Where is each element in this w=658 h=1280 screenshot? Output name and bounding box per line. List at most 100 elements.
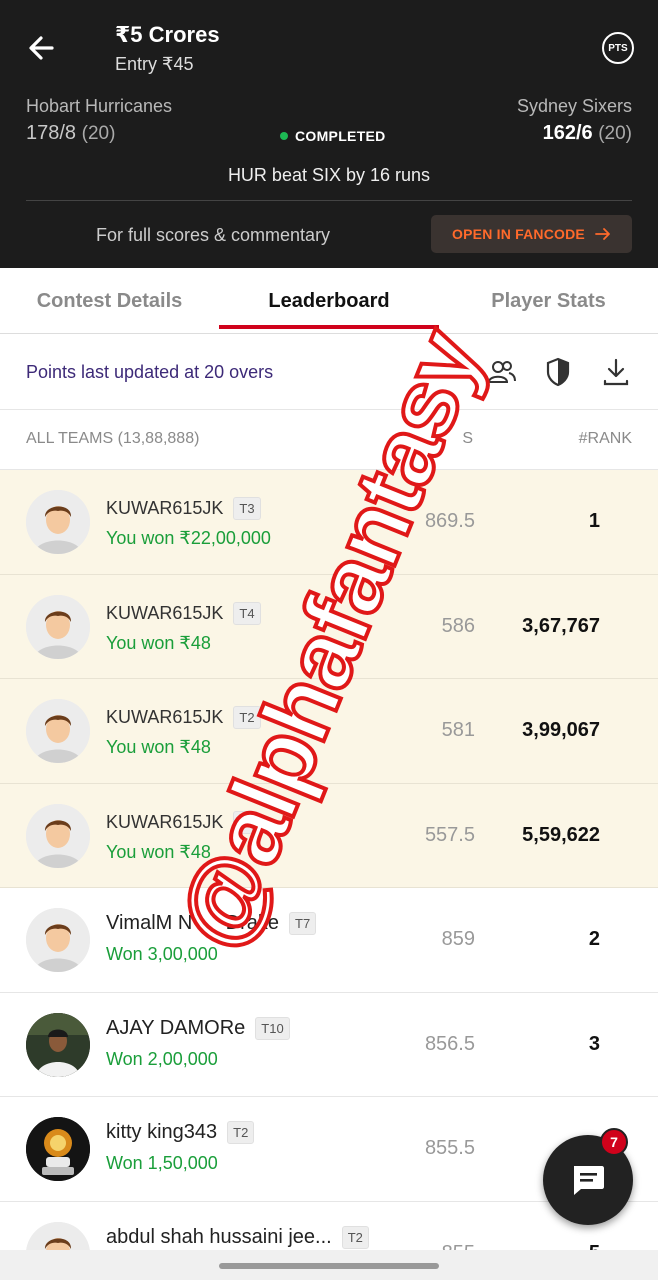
chat-unread-badge: 7	[600, 1128, 628, 1156]
avatar	[26, 1117, 90, 1181]
points-column-header: S	[462, 430, 473, 447]
status-label: COMPLETED	[295, 128, 386, 144]
winnings: You won ₹48	[106, 841, 211, 862]
team-left-overs: (20)	[81, 123, 116, 144]
download-icon	[603, 358, 629, 386]
avatar	[26, 1012, 90, 1077]
leaderboard-row[interactable]: KUWAR615JK T3 You won ₹22,00,000 869.5 1	[0, 470, 658, 575]
leaderboard-row[interactable]: KUWAR615JK T2 You won ₹48 581 3,99,067	[0, 679, 658, 784]
points: 859	[441, 928, 475, 950]
team-tag: T7	[289, 912, 317, 935]
team-tag: T2	[227, 1121, 255, 1144]
arrow-right-icon	[595, 228, 610, 240]
team-left-name: Hobart Hurricanes	[26, 96, 173, 116]
winnings: Won 2,00,000	[106, 1048, 218, 1069]
winnings: Won 1,50,000	[106, 1153, 218, 1173]
update-bar: Points last updated at 20 overs	[0, 334, 658, 410]
leaderboard-row[interactable]: KUWAR615JK T You won ₹48 557.5 5,59,622	[0, 783, 658, 888]
team-tag: T	[233, 810, 254, 834]
fancode-button-label: OPEN IN FANCODE	[452, 226, 585, 242]
active-tab-indicator	[219, 325, 439, 329]
download-button[interactable]	[598, 354, 634, 390]
all-teams-count: ALL TEAMS (13,88,888)	[26, 430, 200, 447]
rank: 5,59,622	[522, 823, 600, 846]
status-dot-icon	[280, 132, 288, 140]
team-name: AJAY DAMORe T10	[106, 1016, 290, 1040]
rank-column-header: #RANK	[578, 430, 632, 447]
username: abdul shah hussaini jee...	[106, 1225, 332, 1248]
match-status: COMPLETED	[280, 128, 386, 144]
team-tag: T2	[341, 1225, 369, 1249]
team-left-score: 178/8 (20)	[26, 122, 115, 145]
points: 855.5	[424, 1137, 475, 1159]
open-in-fancode-button[interactable]: OPEN IN FANCODE	[431, 215, 632, 253]
avatar	[26, 803, 90, 868]
username: VimalM N Drake	[106, 912, 279, 934]
rank: 3	[588, 1032, 600, 1055]
username: kitty king343	[106, 1121, 218, 1143]
default-avatar-icon	[26, 803, 90, 868]
team-preview-button[interactable]	[540, 354, 576, 390]
contest-entry-fee: Entry ₹45	[115, 54, 194, 74]
points-system-button[interactable]: PTS	[602, 32, 634, 64]
match-header: ₹5 Crores Entry ₹45 PTS Hobart Hurricane…	[0, 0, 658, 268]
user-photo-avatar	[26, 1012, 90, 1077]
team-name: kitty king343 T2	[106, 1121, 255, 1144]
avatar	[26, 699, 90, 763]
users-icon	[487, 361, 516, 383]
arrow-left-icon	[29, 36, 54, 60]
winnings: You won ₹48	[106, 737, 211, 757]
username: KUWAR615JK	[106, 498, 224, 518]
points: 557.5	[424, 823, 475, 846]
points: 581	[441, 719, 475, 741]
points-update-text: Points last updated at 20 overs	[26, 362, 274, 382]
team-tag: T10	[255, 1016, 290, 1040]
compare-teams-button[interactable]	[483, 354, 519, 390]
username: KUWAR615JK	[106, 707, 224, 727]
default-avatar-icon	[26, 699, 90, 763]
team-right-overs: (20)	[598, 123, 632, 144]
leaderboard-header: ALL TEAMS (13,88,888) S #RANK	[0, 410, 658, 470]
team-name: KUWAR615JK T	[106, 810, 254, 834]
winnings: You won ₹48	[106, 632, 211, 653]
team-right-name: Sydney Sixers	[516, 96, 632, 116]
shield-icon	[546, 357, 570, 387]
winnings: Won 3,00,000	[106, 944, 218, 964]
rank: 1	[588, 510, 600, 532]
team-right-score: 162/6 (20)	[543, 122, 632, 145]
team-left-runs: 178/8	[26, 122, 77, 144]
points: 869.5	[424, 510, 475, 532]
username: AJAY DAMORe	[106, 1016, 246, 1039]
team-tag: T3	[233, 497, 261, 520]
home-indicator[interactable]	[219, 1263, 439, 1269]
team-right-runs: 162/6	[542, 122, 593, 144]
team-name: VimalM N Drake T7	[106, 912, 317, 935]
back-button[interactable]	[22, 28, 66, 68]
avatar	[26, 908, 90, 972]
team-tag: T2	[233, 706, 261, 729]
points: 586	[441, 614, 475, 637]
team-name: KUWAR615JK T3	[106, 497, 261, 520]
winnings: You won ₹22,00,000	[106, 528, 271, 548]
tab-contest-details[interactable]: Contest Details	[0, 268, 219, 334]
team-tag: T4	[233, 601, 261, 625]
rank: 3,99,067	[522, 719, 600, 741]
header-divider	[26, 200, 632, 201]
screen: ₹5 Crores Entry ₹45 PTS Hobart Hurricane…	[0, 0, 658, 1280]
points: 856.5	[424, 1032, 475, 1055]
rank: 3,67,767	[522, 614, 600, 637]
team-name: KUWAR615JK T2	[106, 706, 261, 729]
default-avatar-icon	[26, 594, 90, 659]
tab-player-stats[interactable]: Player Stats	[439, 268, 658, 334]
leaderboard-row[interactable]: AJAY DAMORe T10 Won 2,00,000 856.5 3	[0, 992, 658, 1097]
user-photo-avatar	[26, 1117, 90, 1181]
pts-label: PTS	[608, 42, 628, 54]
avatar	[26, 594, 90, 659]
match-result: HUR beat SIX by 16 runs	[227, 165, 431, 185]
rank: 2	[588, 928, 600, 950]
leaderboard-row[interactable]: KUWAR615JK T4 You won ₹48 586 3,67,767	[0, 574, 658, 679]
commentary-text: For full scores & commentary	[96, 225, 331, 245]
username: KUWAR615JK	[106, 602, 224, 623]
leaderboard-row[interactable]: VimalM N Drake T7 Won 3,00,000 859 2	[0, 888, 658, 993]
username: KUWAR615JK	[106, 811, 224, 832]
